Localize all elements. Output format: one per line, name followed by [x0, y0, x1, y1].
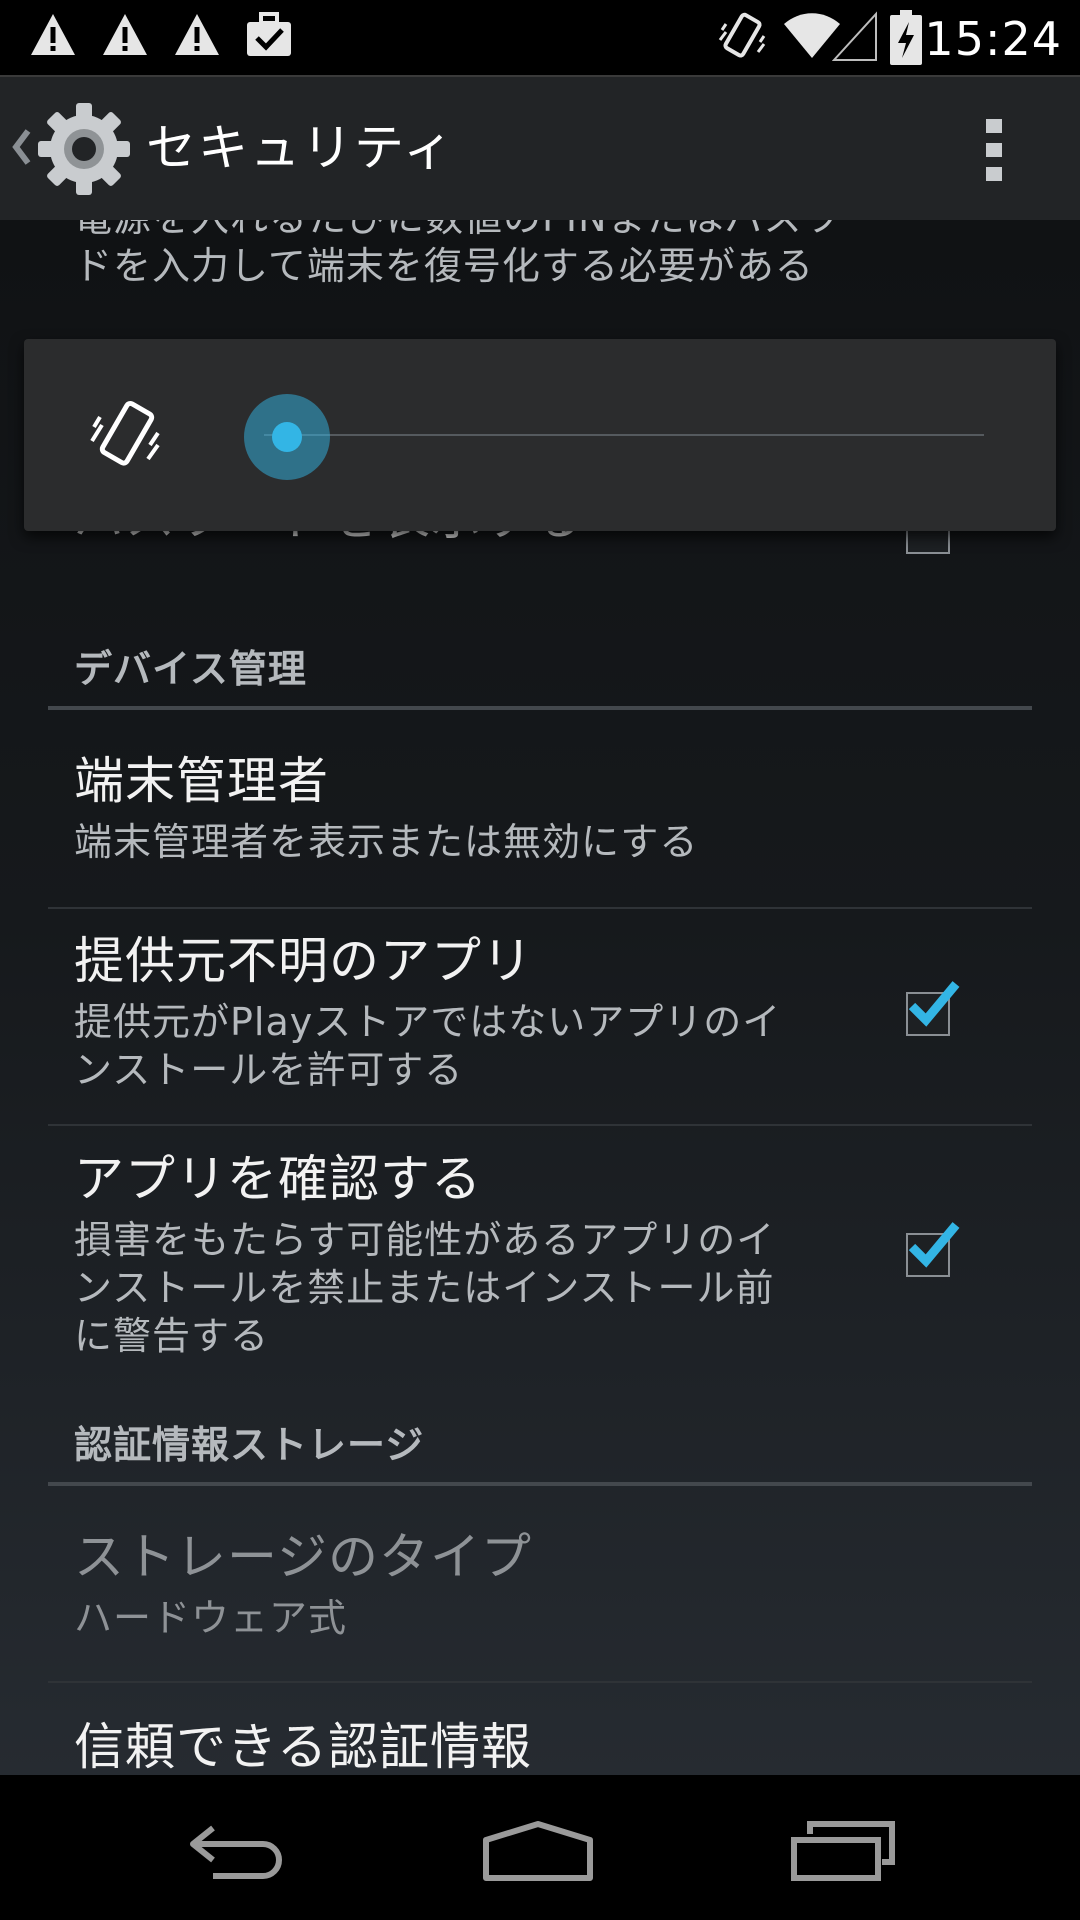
volume-slider-thumb[interactable] [244, 394, 330, 480]
up-button[interactable] [0, 77, 135, 220]
pref-title: ストレージのタイプ [74, 1528, 532, 1586]
pref-title: アプリを確認する [74, 1150, 482, 1208]
section-header-device-admin: デバイス管理 [74, 647, 307, 691]
list-divider [48, 1681, 1032, 1683]
vibrate-icon [718, 12, 766, 58]
summary-line: 損害をもたらす可能性があるアプリのイ [74, 1218, 776, 1262]
status-clock: 15:24 [924, 12, 1062, 66]
overflow-menu-button[interactable] [960, 107, 1030, 193]
verify-apps-pref[interactable]: アプリを確認する 損害をもたらす可能性があるアプリのイ ンストールを禁止またはイ… [74, 1148, 775, 1360]
summary-line: ドを入力して端末を復号化する必要がある [74, 244, 814, 288]
home-icon[interactable] [482, 1820, 594, 1882]
battery-charging-icon [890, 10, 922, 65]
device-admins-pref[interactable]: 端末管理者 端末管理者を表示または無効にする [74, 750, 698, 866]
section-header-credential-storage: 認証情報ストレージ [74, 1423, 425, 1467]
pref-summary: 端末管理者を表示または無効にする [74, 820, 699, 864]
volume-popup [24, 339, 1056, 531]
summary-line: に警告する [74, 1314, 270, 1358]
warning-icon [103, 14, 147, 55]
verify-apps-checkbox[interactable] [906, 1222, 960, 1277]
section-divider [48, 1482, 1032, 1486]
unknown-sources-pref[interactable]: 提供元不明のアプリ 提供元がPlayストアではないアプリのイ ンストールを許可す… [74, 930, 781, 1094]
volume-slider-thumb-core [272, 422, 302, 452]
back-icon[interactable] [185, 1820, 295, 1880]
list-divider [48, 907, 1032, 909]
summary-line: 提供元がPlayストアではないアプリのイ [74, 1000, 782, 1044]
pref-title: 信頼できる認証情報 [74, 1718, 532, 1775]
briefcase-check-icon [247, 12, 291, 56]
chevron-left-icon [12, 129, 31, 165]
pref-summary: ハードウェア式 [74, 1596, 348, 1640]
trusted-credentials-pref[interactable]: 信頼できる認証情報 [74, 1716, 532, 1775]
warning-icon [175, 14, 219, 55]
navigation-bar [0, 1775, 1080, 1920]
vibrate-icon[interactable] [86, 395, 166, 475]
recents-icon[interactable] [790, 1820, 896, 1882]
page-title: セキュリティ [146, 119, 455, 177]
summary-line: ンストールを禁止またはインストール前 [74, 1266, 775, 1310]
gear-icon [38, 103, 130, 195]
overflow-menu-icon [986, 119, 1002, 181]
storage-type-pref: ストレージのタイプ ハードウェア式 [74, 1526, 532, 1642]
volume-slider-track[interactable] [264, 434, 984, 436]
warning-icon [31, 14, 75, 55]
summary-line: ンストールを許可する [74, 1048, 464, 1092]
check-icon [908, 1222, 960, 1268]
unknown-sources-checkbox[interactable] [906, 981, 960, 1036]
action-bar: セキュリティ [0, 75, 1080, 220]
summary-line: 電源を入れるたびに数値のPINまたはパスワー [74, 220, 881, 242]
status-bar: 15:24 [0, 0, 1080, 75]
section-divider [48, 706, 1032, 710]
signal-icon [832, 11, 877, 61]
list-divider [48, 1124, 1032, 1126]
pref-title: 端末管理者 [74, 752, 329, 810]
pref-title: 提供元不明のアプリ [74, 932, 533, 990]
encrypt-phone-summary: 電源を入れるたびに数値のPINまたはパスワー ドを入力して端末を復号化する必要が… [74, 220, 881, 290]
check-icon [908, 981, 960, 1027]
